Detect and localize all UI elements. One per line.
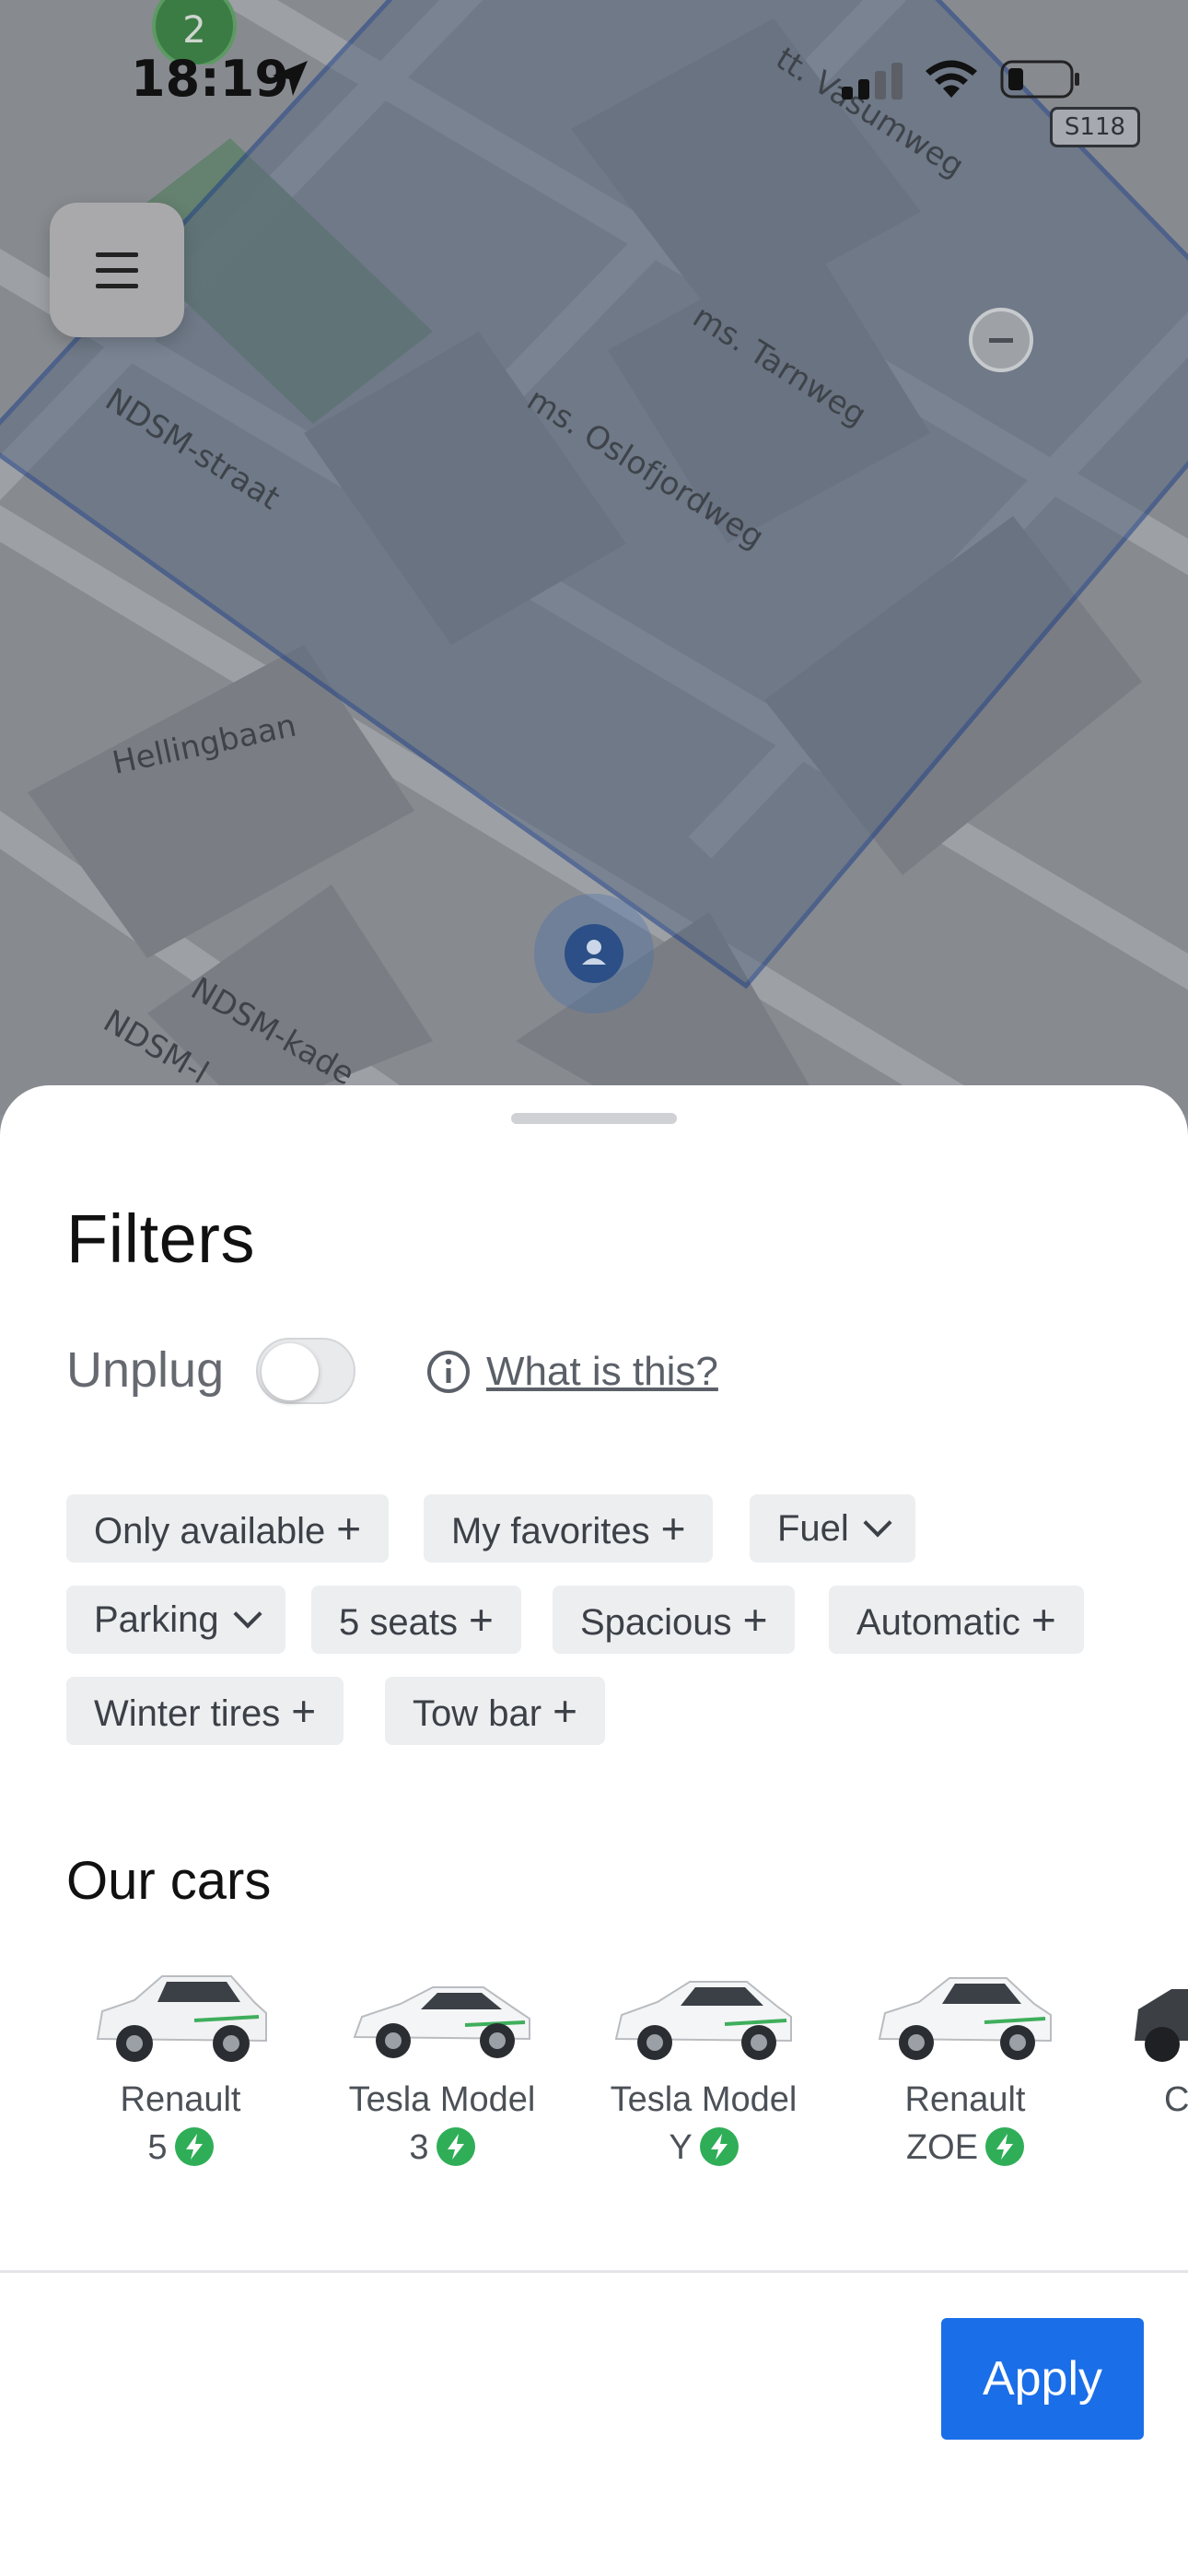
chip-spacious[interactable]: Spacious + [553,1586,796,1654]
chip-label: Automatic [856,1602,1020,1643]
car-name: Renault [904,2080,1026,2119]
plus-icon: + [1031,1596,1056,1644]
chip-label: Fuel [777,1508,849,1549]
chip-label: Tow bar [413,1693,542,1734]
plus-icon: + [553,1687,577,1735]
map-view[interactable]: tt. Vasumweg ms. Tarnweg NDSM-straat ms.… [0,0,1188,1115]
chip-label: 5 seats [339,1602,458,1643]
car-image [878,1977,1052,2060]
menu-button[interactable] [50,203,184,337]
car-model: ZOE [905,2128,979,2167]
footer-divider [0,2270,1188,2273]
what-is-this-link[interactable]: What is this? [486,1349,718,1395]
car-model: 5 [147,2128,168,2167]
electric-bolt-icon [174,2127,214,2166]
car-card-tesla-model-y[interactable]: Tesla Model Y [593,1956,814,2172]
car-image [614,1981,792,2060]
car-card-partial[interactable]: C [1116,1956,1188,2124]
car-model: Y [669,2128,693,2167]
sheet-title: Filters [66,1200,255,1277]
car-model: 3 [409,2128,429,2167]
plus-icon: + [468,1596,494,1644]
apply-button[interactable]: Apply [941,2318,1144,2440]
chevron-down-icon [863,1508,892,1538]
chevron-down-icon [233,1599,262,1629]
chip-label: Spacious [580,1602,732,1643]
car-name: Renault [120,2080,241,2119]
plus-icon: + [660,1505,686,1552]
chip-only-available[interactable]: Only available + [66,1494,390,1563]
car-image [353,1986,530,2058]
plus-icon: + [336,1505,362,1552]
unplug-toggle[interactable] [256,1338,355,1404]
filters-sheet: Filters Unplug What is this? Only availa… [0,1085,1188,2576]
sheet-drag-handle[interactable] [511,1113,677,1124]
wifi-icon [926,60,977,98]
chip-winter-tires[interactable]: Winter tires + [66,1677,344,1745]
plus-icon: + [291,1687,317,1735]
electric-bolt-icon [699,2127,739,2166]
chip-label: My favorites [451,1511,650,1551]
electric-bolt-icon [436,2127,475,2166]
car-card-renault-5[interactable]: Renault 5 [70,1956,291,2172]
chip-label: Parking [94,1599,219,1640]
chip-label: Only available [94,1511,326,1551]
car-card-tesla-model-3[interactable]: Tesla Model 3 [332,1956,553,2172]
location-arrow-icon [273,61,308,96]
chip-my-favorites[interactable]: My favorites + [424,1494,714,1563]
signal-icon [842,63,903,100]
electric-bolt-icon [985,2127,1025,2166]
unplug-label: Unplug [66,1342,225,1398]
chip-parking[interactable]: Parking [66,1586,285,1654]
user-location-marker [534,894,654,1013]
car-image [96,1975,267,2062]
chip-label: Winter tires [94,1693,281,1734]
road-number-badge: S118 [1050,107,1140,147]
chip-tow-bar[interactable]: Tow bar + [385,1677,605,1745]
car-name: Tesla Model [610,2080,798,2119]
car-name: Tesla Model [348,2080,536,2119]
status-bar: 18:19 S118 [0,0,1188,157]
person-icon [582,940,606,965]
battery-icon [1000,60,1079,99]
car-image [1135,1989,1188,2062]
chip-automatic[interactable]: Automatic + [829,1586,1084,1654]
status-time: 18:19 [131,50,289,108]
chip-fuel[interactable]: Fuel [750,1494,915,1563]
plus-icon: + [742,1596,768,1644]
no-entry-icon [969,308,1033,372]
info-icon[interactable] [425,1349,472,1395]
chip-5-seats[interactable]: 5 seats + [311,1586,521,1654]
car-card-renault-zoe[interactable]: Renault ZOE [855,1956,1076,2172]
our-cars-title: Our cars [66,1851,272,1911]
car-name: C [1164,2080,1188,2119]
